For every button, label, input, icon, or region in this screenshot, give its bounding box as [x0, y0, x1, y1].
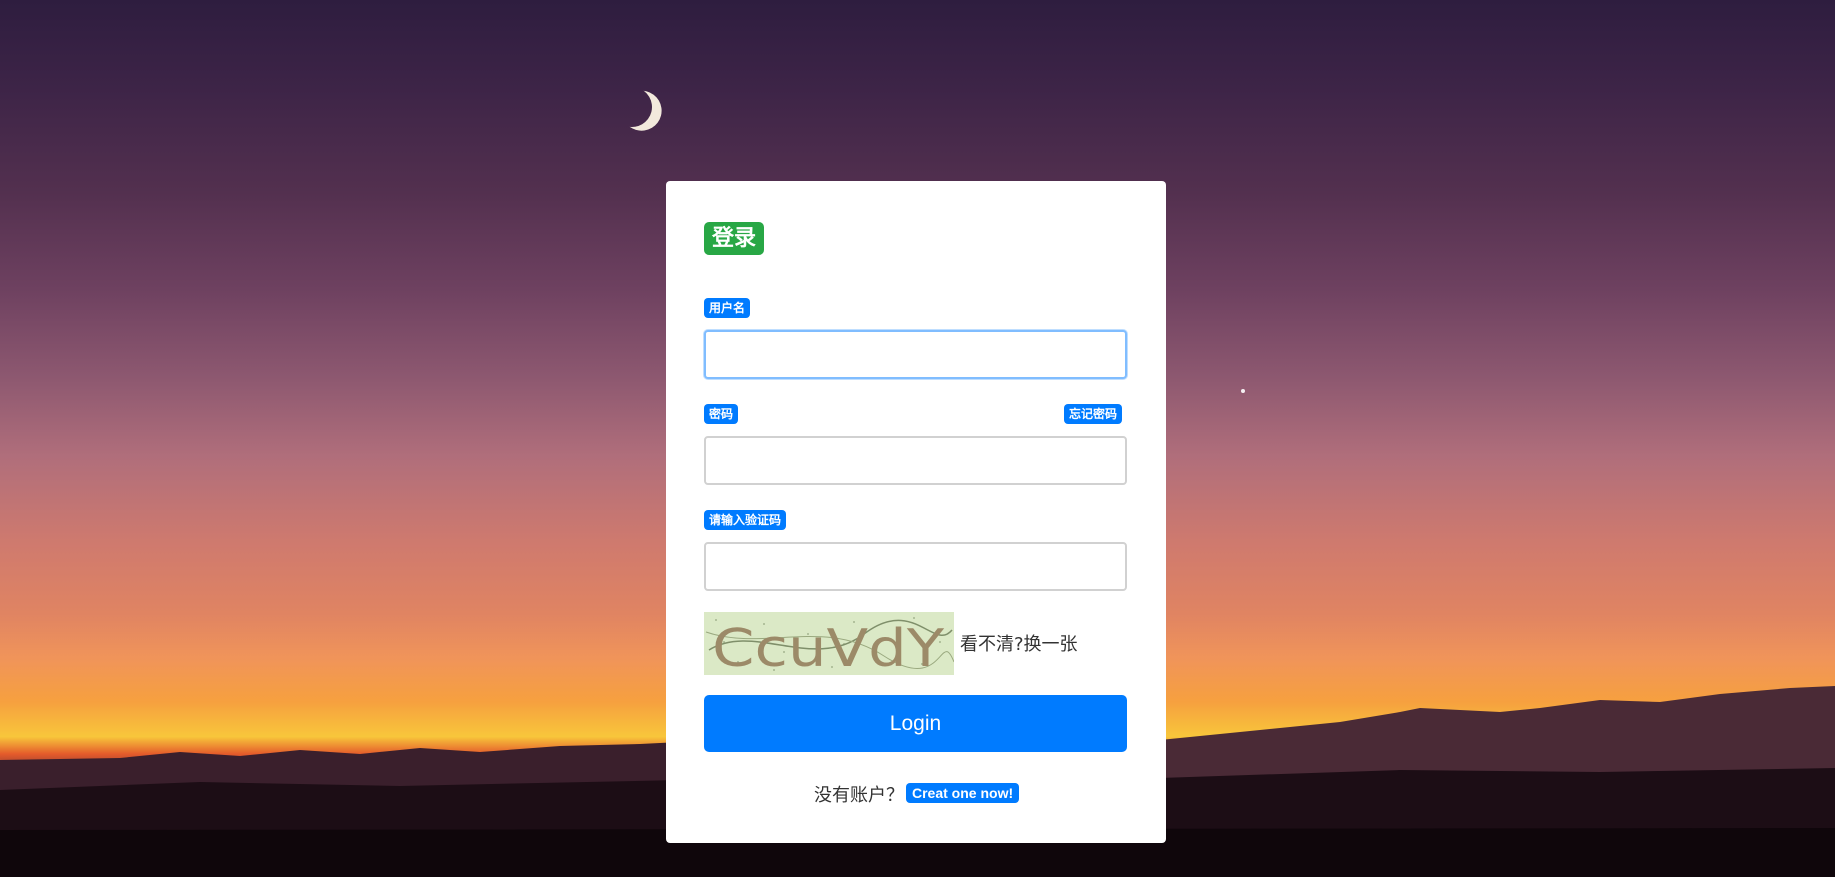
create-account-link[interactable]: Creat one now!	[906, 783, 1020, 803]
username-input[interactable]	[704, 330, 1127, 379]
refresh-captcha-link[interactable]: 看不清?换一张	[960, 630, 1078, 656]
login-card: 登录 用户名 密码 忘记密码 请输入验证码 CcuVdY 看不清?换一张 Log…	[666, 181, 1166, 843]
password-input[interactable]	[704, 436, 1127, 485]
login-button[interactable]: Login	[704, 695, 1127, 752]
captcha-input[interactable]	[704, 542, 1127, 591]
captcha-label: 请输入验证码	[704, 510, 787, 530]
captcha-text: CcuVdY	[712, 619, 944, 675]
username-label: 用户名	[704, 298, 751, 318]
login-title: 登录	[704, 222, 765, 255]
captcha-image[interactable]: CcuVdY	[704, 612, 954, 675]
password-label: 密码	[704, 404, 739, 424]
forgot-password-link[interactable]: 忘记密码	[1064, 404, 1123, 424]
no-account-text: 没有账户？	[814, 785, 904, 806]
